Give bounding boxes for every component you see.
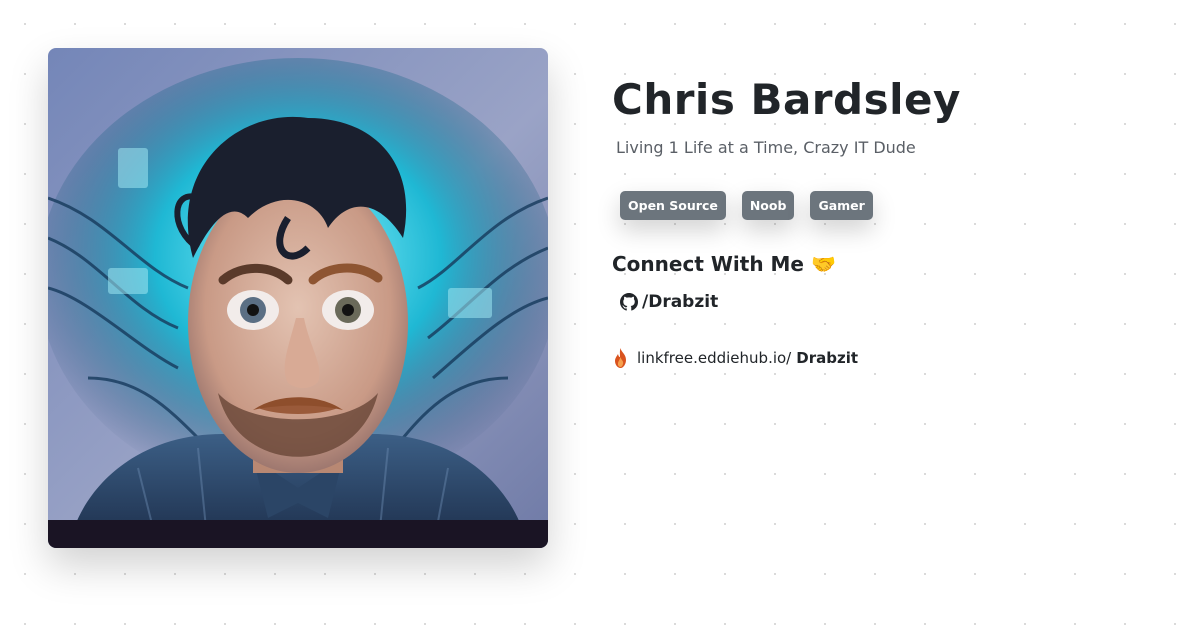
profile-name: Chris Bardsley [612, 75, 961, 124]
github-icon [620, 293, 638, 311]
linkfree-link[interactable]: linkfree.eddiehub.io/ Drabzit [612, 348, 1172, 368]
linkfree-host: linkfree.eddiehub.io/ [637, 349, 792, 367]
connect-heading: Connect With Me 🤝 [612, 252, 836, 276]
tag-open-source[interactable]: Open Source [620, 191, 726, 220]
github-link[interactable]: /Drabzit [620, 292, 1172, 312]
profile-info: Chris Bardsley Living 1 Life at a Time, … [612, 72, 1172, 368]
github-handle: /Drabzit [642, 292, 719, 312]
profile-avatar [48, 48, 548, 548]
tag-noob[interactable]: Noob [741, 191, 795, 220]
tag-gamer[interactable]: Gamer [810, 191, 873, 220]
linkfree-username: Drabzit [796, 349, 859, 367]
portrait-image [48, 48, 548, 548]
flame-icon [615, 348, 626, 368]
profile-tagline: Living 1 Life at a Time, Crazy IT Dude [616, 138, 916, 157]
tag-list: Open Source Noob Gamer [620, 191, 1172, 220]
